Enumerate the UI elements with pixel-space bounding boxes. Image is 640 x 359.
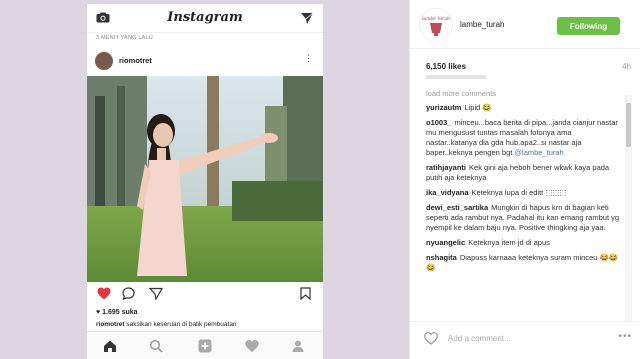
comment: nyuangelic Keteknya item jd di apus (426, 238, 622, 248)
comment-mention[interactable]: @lambe_turah (514, 148, 563, 157)
post-actions (87, 284, 323, 302)
direct-send-icon (301, 12, 314, 24)
phone-screenshot: Instagram 3 MENIT YANG LALU riomotret ⋮ (87, 4, 323, 359)
post-time: 3 MENIT YANG LALU (96, 35, 153, 41)
photo-illustration (87, 76, 323, 282)
bookmark-icon[interactable] (300, 287, 311, 300)
avatar[interactable] (95, 52, 113, 70)
comment-username[interactable]: yurizautm (426, 103, 461, 112)
comment: nshagita Diapuss karnaaa keteknya suram m… (426, 253, 622, 273)
comment: ratihjayanti Kek gini aja heboh bener wkw… (426, 163, 622, 183)
load-more-comments[interactable]: load more comments (426, 89, 496, 98)
account-avatar[interactable]: lambe turah (419, 8, 453, 42)
share-icon[interactable] (149, 287, 163, 300)
comment-text: Lipid 😂 (464, 103, 492, 112)
post-like-count: ♥ 1.695 suka (96, 309, 138, 316)
post-caption: riomotret saksikan keseruan di balik pem… (96, 321, 237, 328)
activity-heart-icon[interactable] (245, 339, 259, 353)
instagram-logo: Instagram (167, 10, 243, 25)
clipped-line (426, 75, 486, 79)
post-age: 4h (622, 62, 631, 71)
comment-username[interactable]: nshagita (426, 253, 457, 262)
add-comment-input[interactable]: Add a comment... (448, 334, 511, 343)
comment-text: Keteknya item jd di apus (468, 238, 550, 247)
more-options-icon[interactable]: ••• (618, 331, 632, 342)
account-logo-icon: lambe turah (422, 16, 450, 36)
profile-icon[interactable] (291, 339, 305, 353)
comment-username[interactable]: ika_vidyana (426, 188, 469, 197)
comment-list: yurizautm Lipid 😂 o1003_ minceu...baca ber… (426, 103, 622, 325)
phone-bottom-nav (87, 331, 323, 359)
home-icon[interactable] (103, 339, 117, 353)
comment-text: Keteknya lupa di editt ⬚⬚⬚ (471, 188, 567, 197)
following-button[interactable]: Following (557, 17, 620, 35)
caption-text: saksikan keseruan di balik pembuatan (126, 321, 237, 328)
caption-username[interactable]: riomotret (96, 321, 125, 328)
scrollbar-thumb[interactable] (626, 103, 631, 147)
like-heart-icon[interactable] (424, 332, 438, 345)
comment-icon[interactable] (122, 287, 135, 300)
comment: ika_vidyana Keteknya lupa di editt ⬚⬚⬚ (426, 188, 622, 198)
account-username[interactable]: lambe_turah (460, 20, 504, 29)
like-count[interactable]: 6,150 likes (426, 62, 466, 71)
comment-username[interactable]: ratihjayanti (426, 163, 466, 172)
post-author: riomotret ⋮ (95, 50, 315, 72)
comment-username[interactable]: nyuangelic (426, 238, 465, 247)
add-post-icon[interactable] (198, 339, 212, 353)
heart-small-icon: ♥ (96, 309, 101, 316)
like-count-text: 1.695 suka (102, 309, 138, 316)
screen: Instagram 3 MENIT YANG LALU riomotret ⋮ (0, 0, 640, 359)
post-side-panel: lambe turah lambe_turah Following 6,150 … (409, 0, 640, 359)
search-icon[interactable] (149, 339, 163, 353)
heart-filled-icon[interactable] (97, 287, 111, 300)
svg-text:lambe turah: lambe turah (422, 16, 450, 22)
panel-header: lambe turah lambe_turah Following (410, 0, 640, 49)
post-image-area: Instagram 3 MENIT YANG LALU riomotret ⋮ (0, 0, 409, 359)
comment-username[interactable]: dewi_esti_sartika (426, 203, 488, 212)
phone-top-bar: Instagram (87, 4, 323, 33)
comment-footer: Add a comment... ••• (410, 321, 640, 359)
author-username[interactable]: riomotret (119, 56, 152, 65)
comment-username[interactable]: o1003_ (426, 118, 451, 127)
post-photo (87, 76, 323, 282)
comment: yurizautm Lipid 😂 (426, 103, 622, 113)
comment: o1003_ minceu...baca berita di pipa...jan… (426, 118, 622, 158)
options-icon[interactable]: ⋮ (304, 53, 313, 64)
comments-scrollbar[interactable] (625, 95, 632, 321)
comment: dewi_esti_sartika Mungkin di hapus krn di… (426, 203, 622, 233)
